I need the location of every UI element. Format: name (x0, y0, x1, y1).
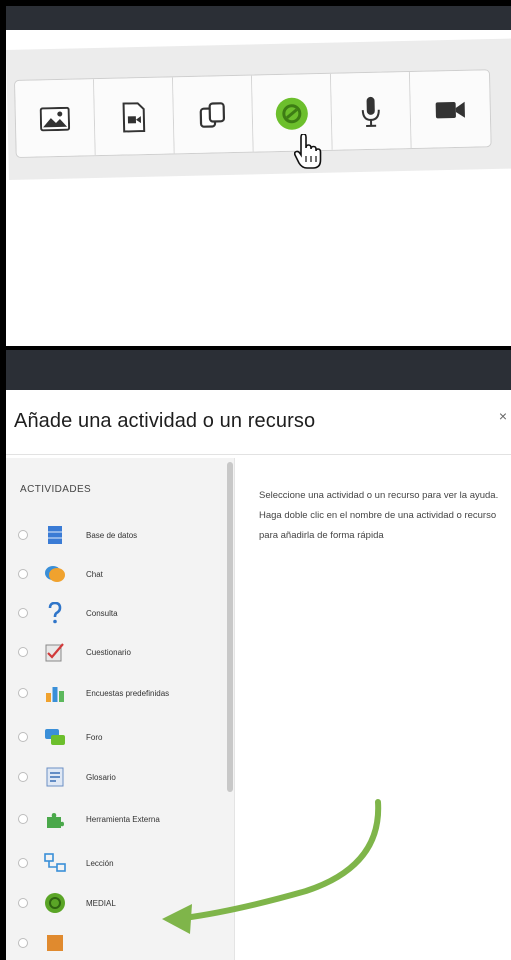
scrollbar[interactable] (227, 462, 233, 792)
microphone-icon (361, 96, 380, 128)
activity-chooser-dialog: Añade una actividad o un recurso × ACTIV… (6, 350, 511, 960)
activity-option-encuestas[interactable]: Encuestas predefinidas (6, 682, 221, 704)
activity-label: Chat (86, 569, 103, 579)
medial-icon (44, 892, 66, 914)
manage-files-button[interactable] (172, 75, 254, 156)
activity-option-chat[interactable]: Chat (6, 563, 221, 585)
radio-button[interactable] (18, 530, 28, 540)
activity-label: Lección (86, 858, 114, 868)
puzzle-icon (44, 808, 66, 830)
camera-icon (435, 101, 465, 119)
image-button[interactable] (15, 79, 96, 158)
record-audio-button[interactable] (330, 72, 412, 152)
survey-chart-icon (44, 682, 66, 704)
activity-option-database[interactable]: Base de datos (6, 524, 221, 546)
radio-button[interactable] (18, 732, 28, 742)
activity-label: Glosario (86, 772, 116, 782)
editor-panel (6, 6, 511, 346)
activity-option-cuestionario[interactable]: Cuestionario (6, 641, 221, 663)
top-dark-bar (6, 6, 511, 30)
quiz-icon (44, 641, 66, 663)
radio-button[interactable] (18, 938, 28, 948)
screenshot-stage: Añade una actividad o un recurso × ACTIV… (0, 0, 511, 960)
partial-activity-icon (44, 932, 66, 954)
activity-label: Consulta (86, 608, 118, 618)
activity-label: Encuestas predefinidas (86, 688, 170, 698)
radio-button[interactable] (18, 647, 28, 657)
radio-button[interactable] (18, 688, 28, 698)
editor-toolbar (14, 69, 492, 158)
hand-cursor-icon (294, 134, 322, 169)
activity-option-foro[interactable]: Foro (6, 726, 221, 748)
medial-icon (275, 97, 308, 130)
activity-label: Herramienta Externa (86, 814, 160, 824)
activity-option-consulta[interactable]: Consulta (6, 602, 221, 624)
dialog-dark-bar (6, 350, 511, 390)
radio-button[interactable] (18, 814, 28, 824)
section-header: ACTIVIDADES (20, 484, 92, 495)
database-icon (44, 524, 66, 546)
help-text: Seleccione una actividad o un recurso pa… (259, 490, 499, 541)
activity-label: Cuestionario (86, 647, 131, 657)
video-file-icon (122, 102, 146, 133)
glossary-icon (44, 766, 66, 788)
green-arrow-annotation (162, 799, 382, 934)
forum-icon (44, 726, 66, 748)
divider (6, 454, 511, 455)
radio-button[interactable] (18, 608, 28, 618)
radio-button[interactable] (18, 858, 28, 868)
radio-button[interactable] (18, 898, 28, 908)
dialog-title: Añade una actividad o un recurso (14, 410, 316, 432)
record-video-button[interactable] (409, 70, 491, 150)
lesson-icon (44, 852, 66, 874)
radio-button[interactable] (18, 772, 28, 782)
radio-button[interactable] (18, 569, 28, 579)
question-icon (44, 602, 66, 624)
media-button[interactable] (94, 77, 175, 158)
close-button[interactable]: × (499, 408, 507, 424)
image-icon (39, 106, 71, 132)
copy-files-icon (199, 102, 226, 128)
activity-label: Base de datos (86, 530, 138, 540)
activity-label: MEDIAL (86, 898, 116, 908)
chat-icon (44, 563, 66, 585)
activity-label: Foro (86, 732, 103, 742)
activity-option-glosario[interactable]: Glosario (6, 766, 221, 788)
